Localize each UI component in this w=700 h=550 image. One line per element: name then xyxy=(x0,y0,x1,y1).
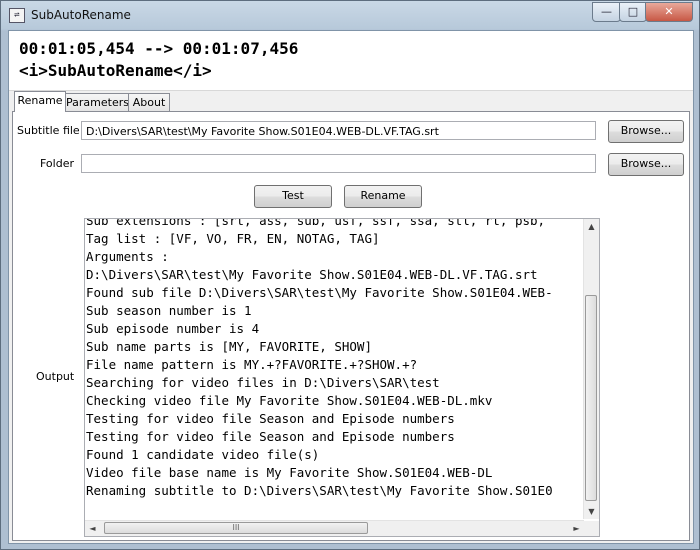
output-line: Found sub file D:\Divers\SAR\test\My Fav… xyxy=(86,285,553,300)
subtitle-file-label: Subtitle file xyxy=(17,124,80,137)
rename-panel: Subtitle file D:\Divers\SAR\test\My Favo… xyxy=(12,111,690,541)
scrollbar-corner xyxy=(584,521,599,536)
minimize-button[interactable]: — xyxy=(592,2,621,22)
tab-rename[interactable]: Rename xyxy=(14,91,66,112)
window-title: SubAutoRename xyxy=(31,8,131,22)
vertical-scroll-thumb[interactable] xyxy=(585,295,597,501)
rename-button[interactable]: Rename xyxy=(344,185,422,208)
output-line: Testing for video file Season and Episod… xyxy=(86,429,455,444)
output-line: Sub season number is 1 xyxy=(86,303,252,318)
output-line: Sub name parts is [MY, FAVORITE, SHOW] xyxy=(86,339,372,354)
subtitle-file-input[interactable]: D:\Divers\SAR\test\My Favorite Show.S01E… xyxy=(81,121,596,140)
output-lines: Sub extensions : [srt, ass, sub, usf, ss… xyxy=(86,218,584,506)
app-icon[interactable]: ⇌ xyxy=(9,8,25,23)
browse-folder-button[interactable]: Browse... xyxy=(608,153,684,176)
output-line: Renaming subtitle to D:\Divers\SAR\test\… xyxy=(86,483,553,498)
output-line: Video file base name is My Favorite Show… xyxy=(86,465,493,480)
client-area: 00:01:05,454 --> 00:01:07,456 <i>SubAuto… xyxy=(8,30,694,544)
maximize-button[interactable]: □ xyxy=(619,2,647,22)
scroll-down-icon[interactable]: ▼ xyxy=(584,504,599,519)
vertical-scrollbar[interactable]: ▲ ▼ xyxy=(583,219,599,519)
output-line: Checking video file My Favorite Show.S01… xyxy=(86,393,493,408)
output-line: Tag list : [VF, VO, FR, EN, NOTAG, TAG] xyxy=(86,231,380,246)
test-button[interactable]: Test xyxy=(254,185,332,208)
output-line: Searching for video files in D:\Divers\S… xyxy=(86,375,440,390)
output-line: D:\Divers\SAR\test\My Favorite Show.S01E… xyxy=(86,267,538,282)
tab-parameters[interactable]: Parameters xyxy=(65,93,129,111)
preview-text: <i>SubAutoRename</i> xyxy=(19,61,212,80)
subtitle-preview-header: 00:01:05,454 --> 00:01:07,456 <i>SubAuto… xyxy=(9,31,693,91)
output-line: File name pattern is MY.+?FAVORITE.+?SHO… xyxy=(86,357,418,372)
horizontal-scroll-thumb[interactable]: III xyxy=(104,522,368,534)
folder-label: Folder xyxy=(40,157,74,170)
scroll-left-icon[interactable]: ◄ xyxy=(85,521,100,536)
folder-input[interactable] xyxy=(81,154,596,173)
scroll-up-icon[interactable]: ▲ xyxy=(584,219,599,234)
output-label: Output xyxy=(36,370,75,383)
output-line: Testing for video file Season and Episod… xyxy=(86,411,455,426)
output-line: Found 1 candidate video file(s) xyxy=(86,447,320,462)
close-button[interactable]: ✕ xyxy=(645,2,693,22)
scroll-right-icon[interactable]: ► xyxy=(569,521,584,536)
output-line: Sub extensions : [srt, ass, sub, usf, ss… xyxy=(86,218,546,228)
preview-timestamp: 00:01:05,454 --> 00:01:07,456 xyxy=(19,39,299,58)
output-textarea[interactable]: Sub extensions : [srt, ass, sub, usf, ss… xyxy=(84,218,600,537)
output-line: Arguments : xyxy=(86,249,169,264)
tab-about[interactable]: About xyxy=(128,93,170,111)
app-window: ⇌ SubAutoRename — □ ✕ 00:01:05,454 --> 0… xyxy=(0,0,700,550)
title-bar[interactable]: ⇌ SubAutoRename — □ ✕ xyxy=(1,1,699,30)
horizontal-scrollbar[interactable]: ◄ III ► xyxy=(85,520,584,536)
browse-subtitle-button[interactable]: Browse... xyxy=(608,120,684,143)
output-line: Sub episode number is 4 xyxy=(86,321,260,336)
